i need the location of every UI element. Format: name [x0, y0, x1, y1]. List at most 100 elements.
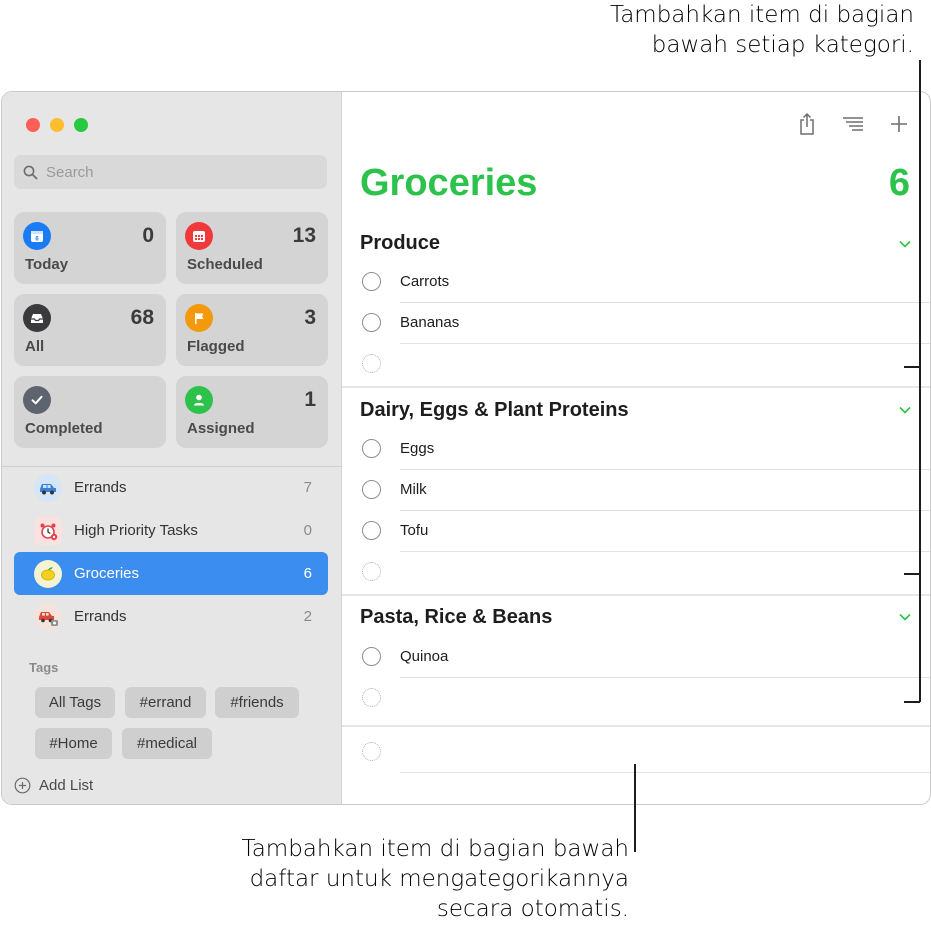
person-icon: [185, 386, 213, 414]
smart-list-today[interactable]: 6 0 Today: [14, 212, 166, 284]
plus-icon: [891, 116, 907, 132]
complete-toggle[interactable]: [362, 313, 381, 332]
new-item-placeholder[interactable]: [362, 344, 930, 385]
callout-bottom-line: [634, 764, 636, 852]
add-list-label: Add List: [39, 777, 94, 794]
new-item-circle[interactable]: [362, 562, 381, 581]
callout-top-line-2: bawah setiap kategori.: [651, 32, 914, 58]
section-separator: [342, 594, 930, 596]
complete-toggle[interactable]: [362, 480, 381, 499]
section-separator: [342, 725, 930, 727]
tag-all-tags[interactable]: All Tags: [35, 687, 115, 718]
new-item-placeholder[interactable]: [362, 678, 930, 719]
share-button[interactable]: [793, 110, 821, 138]
plus-circle-icon: [14, 777, 31, 794]
tag-errand[interactable]: #errand: [125, 687, 206, 718]
all-label: All: [25, 338, 45, 355]
chevron-down-icon[interactable]: [898, 403, 912, 417]
scheduled-label: Scheduled: [187, 256, 263, 273]
callout-top-line: [919, 60, 921, 702]
calendar-grid-icon: [185, 222, 213, 250]
list-icon: [843, 117, 863, 131]
callout-bottom-line-1: Tambahkan item di bagian bawah: [241, 836, 629, 862]
list-options-button[interactable]: [839, 110, 867, 138]
list-name: Groceries: [74, 565, 140, 582]
smart-list-all[interactable]: 68 All: [14, 294, 166, 366]
callout-bottom-line-2: daftar untuk mengategorikannya: [249, 866, 629, 892]
reminder-item[interactable]: Eggs: [362, 429, 930, 470]
reminder-title[interactable]: Milk: [400, 481, 427, 498]
search-placeholder: Search: [46, 163, 94, 181]
search-field[interactable]: Search: [14, 155, 327, 189]
new-item-placeholder[interactable]: [362, 552, 930, 593]
list-count: 6: [303, 565, 312, 582]
list-name: Errands: [74, 608, 127, 625]
tray-icon: [23, 304, 51, 332]
chevron-down-icon[interactable]: [898, 237, 912, 251]
smart-list-scheduled[interactable]: 13 Scheduled: [176, 212, 328, 284]
list-count: 0: [303, 522, 312, 539]
complete-toggle[interactable]: [362, 439, 381, 458]
car-icon: [34, 473, 62, 502]
share-icon: [800, 112, 814, 135]
row-separator: [400, 772, 930, 773]
complete-toggle[interactable]: [362, 272, 381, 291]
callout-tick-3: [904, 701, 920, 703]
list-name: Errands: [74, 479, 127, 496]
all-count: 68: [130, 306, 154, 329]
reminders-window: Search 6 0 Today 13 Scheduled 68 All 3 F…: [1, 91, 931, 805]
smart-list-completed[interactable]: Completed: [14, 376, 166, 448]
tag-medical[interactable]: #medical: [122, 728, 212, 759]
assigned-count: 1: [304, 388, 316, 411]
reminder-title[interactable]: Bananas: [400, 314, 459, 331]
callout-top: Tambahkan item di bagian bawah setiap ka…: [610, 0, 914, 60]
reminder-title[interactable]: Quinoa: [400, 648, 448, 665]
sidebar-item-groceries[interactable]: Groceries 6: [14, 552, 328, 595]
reminder-item[interactable]: Milk: [362, 470, 930, 511]
reminder-title[interactable]: Tofu: [400, 522, 428, 539]
tag-home[interactable]: #Home: [35, 728, 112, 759]
reminder-item[interactable]: Quinoa: [362, 637, 930, 678]
section-title-dairy[interactable]: Dairy, Eggs & Plant Proteins: [360, 399, 629, 422]
callout-tick-1: [904, 366, 920, 368]
new-item-circle[interactable]: [362, 742, 381, 761]
flag-icon: [185, 304, 213, 332]
chevron-down-icon[interactable]: [898, 610, 912, 624]
reminder-title[interactable]: Eggs: [400, 440, 434, 457]
reminder-title[interactable]: Carrots: [400, 273, 449, 290]
lemon-icon: [34, 559, 62, 588]
sidebar-item-errands[interactable]: Errands 7: [14, 466, 328, 509]
complete-toggle[interactable]: [362, 521, 381, 540]
section-title-produce[interactable]: Produce: [360, 232, 440, 255]
reminder-item[interactable]: Bananas: [362, 303, 930, 344]
red-car-icon: [34, 602, 62, 631]
callout-bottom: Tambahkan item di bagian bawah daftar un…: [241, 834, 629, 924]
callout-top-line-1: Tambahkan item di bagian: [609, 2, 914, 28]
complete-toggle[interactable]: [362, 647, 381, 666]
sidebar-item-high-priority-tasks[interactable]: High Priority Tasks 0: [14, 509, 328, 552]
minimize-button[interactable]: [50, 118, 64, 132]
add-list-button[interactable]: Add List: [14, 777, 93, 794]
sidebar-item-errands-shared[interactable]: Errands 2: [14, 595, 328, 638]
checkmark-icon: [23, 386, 51, 414]
new-item-circle[interactable]: [362, 688, 381, 707]
new-item-circle[interactable]: [362, 354, 381, 373]
list-count: 2: [303, 608, 312, 625]
list-name: High Priority Tasks: [74, 522, 198, 539]
reminder-item[interactable]: Carrots: [362, 262, 930, 303]
callout-tick-2: [904, 573, 920, 575]
section-title-pasta[interactable]: Pasta, Rice & Beans: [360, 606, 552, 629]
tag-friends[interactable]: #friends: [215, 687, 299, 718]
reminder-item[interactable]: Tofu: [362, 511, 930, 552]
new-item-uncategorized[interactable]: [362, 732, 930, 773]
tags-heading: Tags: [29, 660, 59, 675]
list-count: 7: [303, 479, 312, 496]
new-reminder-button[interactable]: [885, 110, 913, 138]
section-separator: [342, 386, 930, 388]
close-button[interactable]: [26, 118, 40, 132]
zoom-button[interactable]: [74, 118, 88, 132]
smart-list-flagged[interactable]: 3 Flagged: [176, 294, 328, 366]
list-count-total: 6: [888, 162, 910, 204]
alarm-clock-icon: [34, 516, 62, 545]
smart-list-assigned[interactable]: 1 Assigned: [176, 376, 328, 448]
